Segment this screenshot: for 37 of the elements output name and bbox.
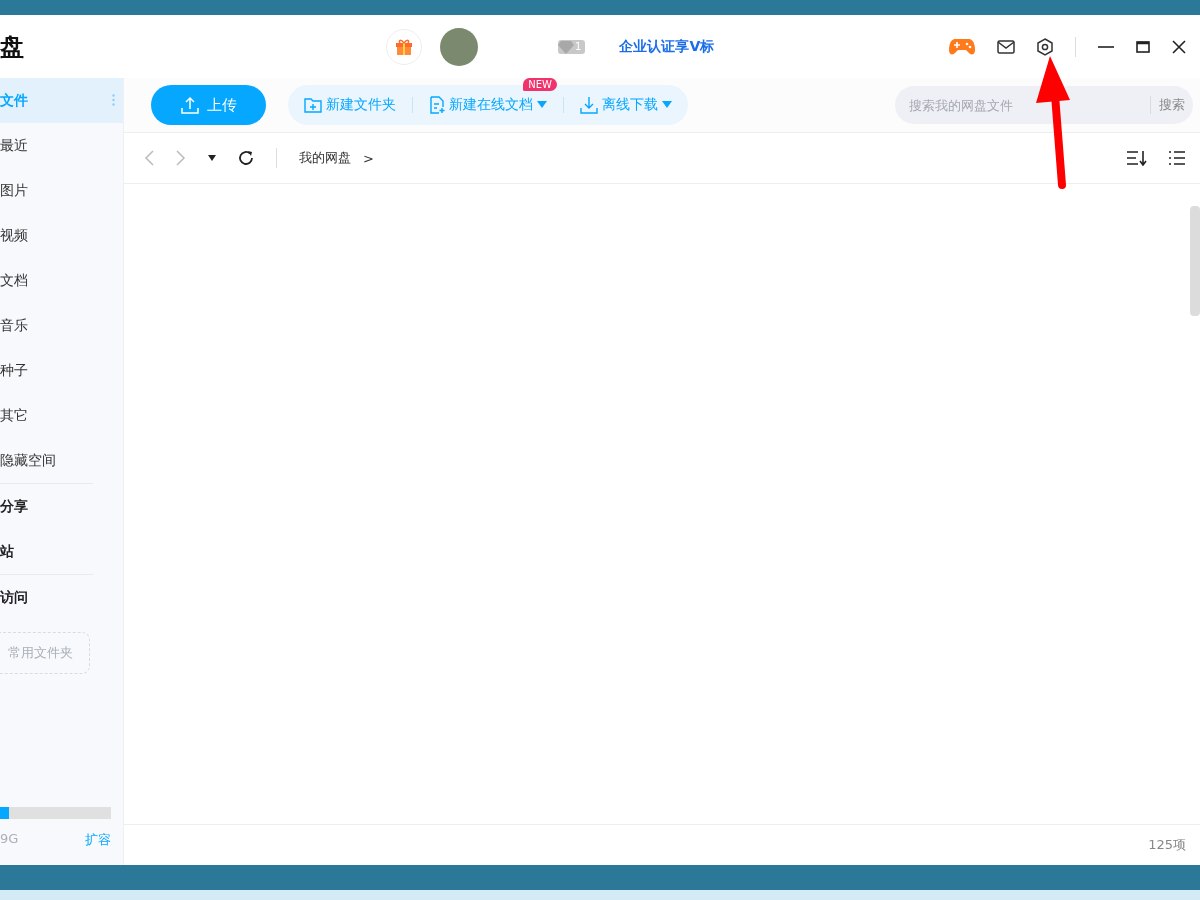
refresh-icon[interactable]	[238, 150, 254, 166]
mail-icon[interactable]	[997, 39, 1015, 54]
verification-link[interactable]: 企业认证享V标	[619, 37, 715, 56]
app-title: 盘	[0, 31, 25, 63]
sidebar-item[interactable]: 音乐	[0, 303, 123, 348]
caret-icon	[537, 101, 547, 109]
document-plus-icon	[429, 96, 445, 114]
close-icon[interactable]	[1172, 39, 1186, 54]
sidebar-item[interactable]: 站	[0, 529, 123, 574]
breadcrumb-separator: >	[363, 150, 374, 166]
diamond-icon	[558, 39, 574, 54]
minimize-icon[interactable]	[1098, 45, 1114, 48]
breadcrumb-item[interactable]: 我的网盘	[299, 149, 351, 167]
sidebar-item[interactable]: 访问	[0, 575, 123, 620]
sidebar-item[interactable]: 最近	[0, 123, 123, 168]
sidebar-item[interactable]: 文档	[0, 258, 123, 303]
upload-icon	[180, 96, 199, 114]
maximize-icon[interactable]	[1136, 40, 1150, 53]
gift-icon	[395, 37, 413, 56]
list-view-icon[interactable]	[1168, 150, 1186, 166]
item-count: 125项	[1148, 836, 1186, 854]
caret-icon[interactable]	[208, 155, 216, 161]
sidebar-item[interactable]: 图片	[0, 168, 123, 213]
sidebar-item[interactable]: 其它	[0, 393, 123, 438]
sidebar-item[interactable]: 隐藏空间	[0, 438, 123, 483]
download-icon	[580, 96, 598, 114]
sidebar-item[interactable]: 分享	[0, 484, 123, 529]
user-avatar[interactable]	[440, 27, 478, 66]
storage-usage: 9G	[0, 831, 19, 848]
sidebar-item[interactable]: 种子	[0, 348, 123, 393]
gamepad-icon[interactable]	[949, 37, 975, 56]
folder-plus-icon	[304, 97, 322, 113]
sort-icon[interactable]	[1126, 150, 1148, 166]
sidebar-item[interactable]: 视频	[0, 213, 123, 258]
settings-icon[interactable]	[1037, 37, 1053, 56]
caret-icon	[662, 101, 672, 109]
new-badge: NEW	[523, 78, 557, 91]
